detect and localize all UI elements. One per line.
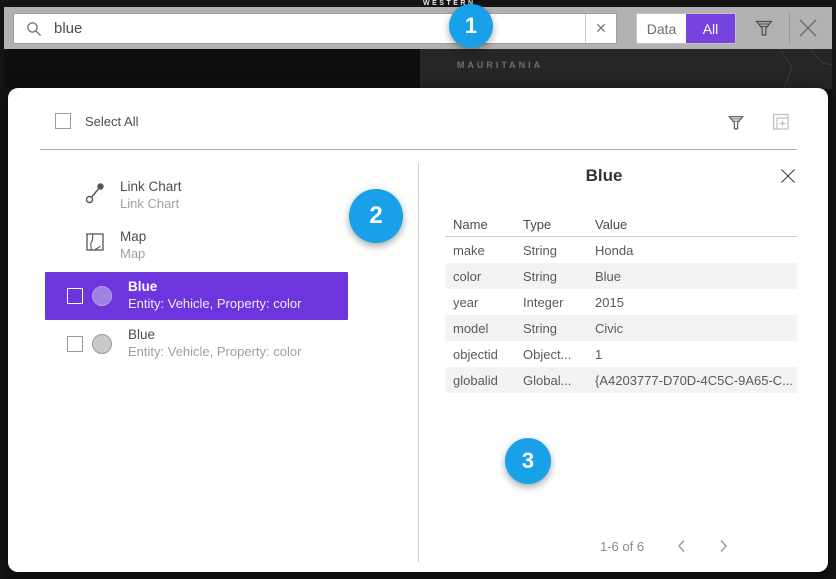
attribute-table: Name Type Value make String Honda color … (445, 212, 797, 393)
cell-name: model (445, 321, 515, 336)
result-checkbox[interactable] (67, 288, 83, 304)
search-icon (26, 21, 42, 37)
table-row: model String Civic (445, 315, 797, 341)
result-title: Link Chart (120, 179, 182, 195)
pagination-next-button[interactable] (710, 536, 736, 556)
detail-close-button[interactable] (776, 164, 800, 188)
select-all-label: Select All (85, 114, 138, 129)
cell-type: String (515, 243, 587, 258)
filter-button[interactable] (750, 14, 778, 42)
close-icon (797, 17, 819, 39)
entity-dot-icon (92, 334, 112, 354)
map-border-lines (770, 49, 832, 89)
square-plus-icon (769, 110, 793, 134)
callout-badge-3: 3 (505, 438, 551, 484)
close-icon (780, 168, 796, 184)
cell-value: {A4203777-D70D-4C5C-9A65-C... (587, 373, 797, 388)
cell-value: 1 (587, 347, 797, 362)
cell-type: String (515, 269, 587, 284)
map-label-mauritania: MAURITANIA (440, 60, 560, 70)
result-title: Blue (128, 279, 157, 295)
funnel-icon (727, 113, 745, 132)
chevron-right-icon (719, 539, 728, 553)
callout-badge-2: 2 (349, 189, 403, 243)
cell-name: year (445, 295, 515, 310)
results-filter-button[interactable] (722, 108, 750, 136)
column-header-type: Type (515, 217, 587, 232)
cell-value: Blue (587, 269, 797, 284)
map-background-bottom (4, 572, 832, 579)
search-close-button[interactable] (794, 14, 822, 42)
chevron-left-icon (677, 539, 686, 553)
list-detail-divider (418, 163, 419, 562)
attribute-table-header: Name Type Value (445, 212, 797, 236)
map-icon (86, 233, 104, 251)
result-subtitle: Entity: Vehicle, Property: color (128, 344, 301, 360)
cell-type: Object... (515, 347, 587, 362)
pagination: 1-6 of 6 (600, 536, 800, 556)
table-row: make String Honda (445, 237, 797, 263)
result-subtitle: Entity: Vehicle, Property: color (128, 296, 301, 312)
cell-value: Civic (587, 321, 797, 336)
link-chart-icon (85, 182, 105, 204)
cell-value: 2015 (587, 295, 797, 310)
search-clear-button[interactable]: ✕ (585, 14, 616, 43)
cell-name: globalid (445, 373, 515, 388)
result-item-map[interactable]: Map Map (45, 225, 348, 267)
toolbar-divider (789, 12, 790, 45)
scope-all-button[interactable]: All (686, 14, 735, 43)
table-row: globalid Global... {A4203777-D70D-4C5C-9… (445, 367, 797, 393)
result-subtitle: Link Chart (120, 196, 179, 212)
column-header-name: Name (445, 217, 515, 232)
detail-title: Blue (443, 166, 765, 186)
result-item-blue-selected[interactable]: Blue Entity: Vehicle, Property: color (45, 272, 348, 320)
entity-dot-icon (92, 286, 112, 306)
callout-badge-1: 1 (449, 4, 493, 48)
cell-type: String (515, 321, 587, 336)
select-all-checkbox[interactable] (55, 113, 71, 129)
result-title: Map (120, 229, 146, 245)
table-row: objectid Object... 1 (445, 341, 797, 367)
result-item-blue[interactable]: Blue Entity: Vehicle, Property: color (45, 321, 348, 369)
panel-header-divider (40, 149, 797, 150)
table-row: color String Blue (445, 263, 797, 289)
cell-value: Honda (587, 243, 797, 258)
search-scope-toggle: Data All (636, 13, 736, 44)
cell-name: objectid (445, 347, 515, 362)
search-input[interactable] (42, 14, 585, 43)
result-checkbox[interactable] (67, 336, 83, 352)
funnel-icon (754, 18, 774, 38)
column-header-value: Value (587, 217, 797, 232)
result-item-link-chart[interactable]: Link Chart Link Chart (45, 175, 348, 217)
result-title: Blue (128, 327, 155, 343)
search-box: ✕ (13, 13, 617, 44)
add-to-selection-button[interactable] (766, 107, 796, 137)
scope-data-button[interactable]: Data (637, 14, 686, 43)
pagination-label: 1-6 of 6 (600, 539, 644, 554)
result-subtitle: Map (120, 246, 145, 262)
pagination-prev-button[interactable] (668, 536, 694, 556)
cell-name: color (445, 269, 515, 284)
cell-name: make (445, 243, 515, 258)
table-row: year Integer 2015 (445, 289, 797, 315)
cell-type: Global... (515, 373, 587, 388)
cell-type: Integer (515, 295, 587, 310)
